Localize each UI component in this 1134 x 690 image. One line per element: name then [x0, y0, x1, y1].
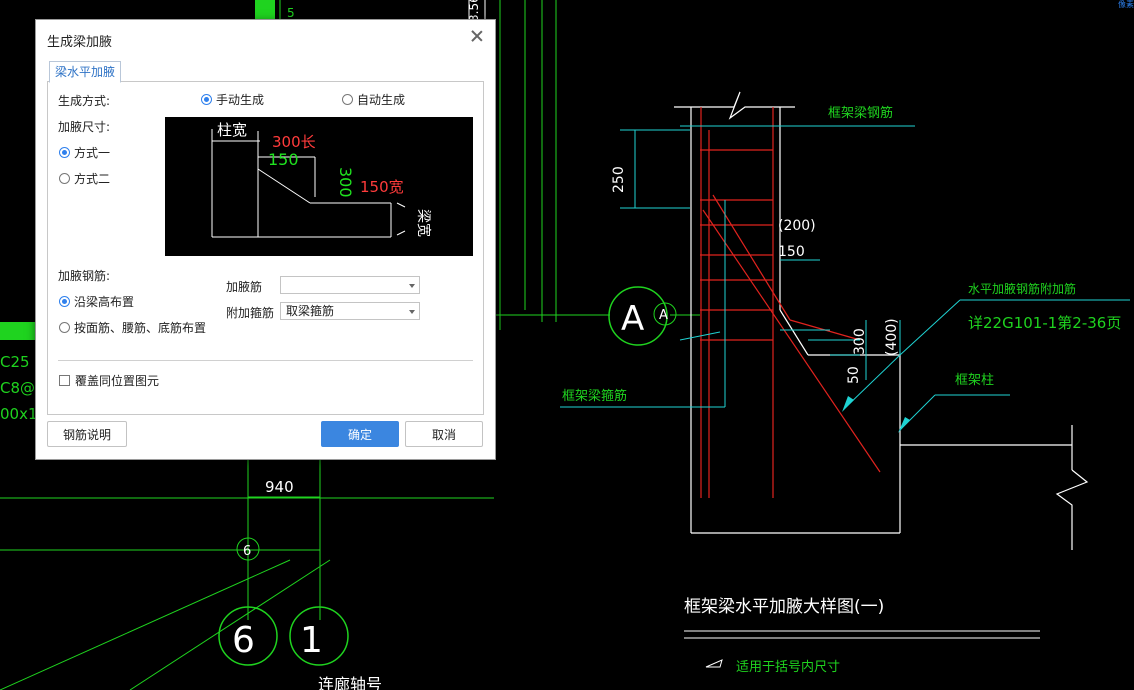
green-block-left — [0, 322, 35, 340]
extra-bar-label: 加腋筋 — [226, 280, 263, 294]
radio-mode-2[interactable]: 方式二 — [59, 170, 110, 187]
preview-dim150: 150 — [268, 150, 299, 169]
chevron-down-icon — [409, 310, 415, 314]
dim-50: 50 — [846, 366, 862, 384]
extra-stirrup-label: 附加箍筋 — [226, 306, 275, 320]
radio-auto-generate[interactable]: 自动生成 — [342, 91, 405, 108]
radio-mode-1-label: 方式一 — [74, 146, 111, 160]
dim-940: 940 — [248, 478, 320, 498]
cancel-button[interactable]: 取消 — [405, 421, 483, 447]
radio-dot-checked — [59, 147, 70, 158]
preview-beam-width: 梁宽 — [415, 209, 432, 237]
detail-title: 框架梁水平加腋大样图(一) — [684, 597, 884, 617]
svg-text:1: 1 — [300, 620, 323, 661]
radio-dot — [59, 173, 70, 184]
preview-col-width: 柱宽 — [217, 121, 247, 139]
close-icon[interactable] — [469, 28, 485, 44]
svg-text:A: A — [621, 299, 644, 339]
arrow-head-1 — [842, 396, 854, 412]
extra-stirrup-value: 取梁箍筋 — [286, 304, 335, 318]
haunch-preview-image: 柱宽 300长 150 300 150宽 梁宽 — [165, 117, 473, 256]
svg-text:6: 6 — [232, 620, 255, 661]
radio-dot — [59, 322, 70, 333]
radio-manual-label: 手动生成 — [216, 93, 265, 107]
checkbox-box — [59, 375, 70, 386]
radio-rebar-2-label: 按面筋、腰筋、底筋布置 — [74, 321, 207, 335]
radio-auto-label: 自动生成 — [357, 93, 406, 107]
dim-250: 250 — [611, 166, 627, 193]
note-frame-beam-rebar: 框架梁钢筋 — [828, 105, 893, 121]
top-number-label: 5 — [287, 6, 295, 20]
radio-manual-generate[interactable]: 手动生成 — [201, 91, 264, 108]
svg-text:6: 6 — [243, 544, 251, 559]
detail-note: 适用于括号内尺寸 — [736, 659, 840, 675]
note-triangle-icon — [705, 659, 723, 668]
detail-dimension-lines — [560, 125, 1130, 431]
chevron-down-icon — [409, 284, 415, 288]
corner-label: 像素 — [1118, 0, 1134, 9]
dim-200: (200) — [778, 218, 816, 234]
dim-300: 300 — [852, 328, 868, 355]
note-haunch-rebar: 水平加腋钢筋附加筋 — [968, 281, 1076, 296]
divider — [58, 360, 473, 361]
note-beam-stirrup: 框架梁箍筋 — [562, 388, 627, 404]
section-marker-a: A A — [608, 286, 677, 346]
extra-stirrup-select[interactable]: 取梁箍筋 — [280, 302, 420, 320]
radio-rebar-by-position[interactable]: 按面筋、腰筋、底筋布置 — [59, 319, 206, 336]
radio-dot-checked — [201, 94, 212, 105]
svg-text:A: A — [659, 308, 668, 323]
size-label: 加腋尺寸: — [58, 120, 111, 134]
note-ref: 详22G101-1第2-36页 — [968, 314, 1121, 332]
rebar-label: 加腋钢筋: — [58, 269, 111, 283]
note-frame-col: 框架柱 — [955, 373, 994, 388]
radio-mode-1[interactable]: 方式一 — [59, 144, 110, 161]
green-block-top — [255, 0, 275, 19]
detail-rebars — [700, 107, 881, 498]
radio-dot-checked — [59, 296, 70, 307]
svg-text:940: 940 — [265, 478, 294, 496]
gen-mode-label: 生成方式: — [58, 94, 111, 108]
radio-dot — [342, 94, 353, 105]
grid-bubble-1: 1 — [289, 606, 349, 666]
radio-rebar-1-label: 沿梁高布置 — [74, 295, 135, 309]
dialog-title: 生成梁加腋 — [47, 35, 113, 50]
preview-wide150: 150宽 — [360, 178, 404, 196]
dim-150: 150 — [778, 244, 805, 260]
preview-dim300: 300 — [336, 167, 355, 198]
overwrite-label: 覆盖同位置图元 — [75, 374, 160, 388]
radio-rebar-along-height[interactable]: 沿梁高布置 — [59, 293, 134, 310]
dim-400: (400) — [884, 318, 900, 356]
rebar-help-button[interactable]: 钢筋说明 — [47, 421, 127, 447]
left-text-1: C25 — [0, 353, 30, 371]
extra-bar-select[interactable] — [280, 276, 420, 294]
preview-len300: 300长 — [272, 133, 316, 151]
ok-button[interactable]: 确定 — [321, 421, 399, 447]
radio-mode-2-label: 方式二 — [74, 172, 111, 186]
bottom-text: 连廊轴号 — [318, 675, 382, 690]
generate-haunch-dialog: 生成梁加腋 梁水平加腋 生成方式: 手动生成 自动生成 加腋尺寸: 方式一 方式… — [35, 19, 496, 460]
overwrite-checkbox[interactable]: 覆盖同位置图元 — [59, 372, 159, 389]
tab-horizontal-haunch[interactable]: 梁水平加腋 — [49, 61, 122, 83]
